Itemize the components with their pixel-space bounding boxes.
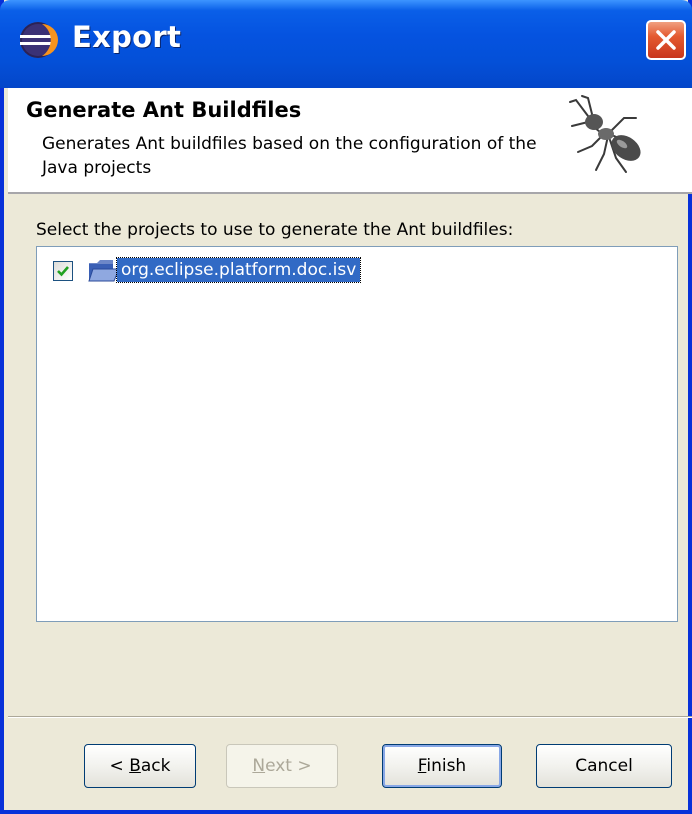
checkmark-icon	[57, 266, 69, 277]
ant-icon	[569, 95, 641, 173]
wizard-page-title: Generate Ant Buildfiles	[26, 98, 302, 122]
wizard-banner: Generate Ant Buildfiles Generates Ant bu…	[8, 88, 692, 194]
finish-button[interactable]: Finish	[382, 744, 502, 788]
finish-button-label: inish	[426, 756, 467, 776]
project-list[interactable]: org.eclipse.platform.doc.isv	[36, 246, 678, 622]
back-button-label: ack	[140, 756, 171, 776]
project-selection-label: Select the projects to use to generate t…	[36, 220, 514, 240]
project-checkbox[interactable]	[53, 261, 73, 281]
cancel-button-label: Cancel	[575, 756, 633, 776]
project-folder-icon	[88, 260, 120, 282]
eclipse-icon	[20, 22, 58, 58]
export-dialog: Export Generate Ant Buildfiles Generates…	[0, 0, 692, 814]
close-icon	[656, 30, 676, 50]
back-button[interactable]: < Back	[84, 744, 196, 788]
next-button-label: ext >	[265, 756, 312, 776]
back-button-mnemonic: B	[129, 756, 141, 776]
next-button-mnemonic: N	[252, 756, 266, 776]
cancel-button[interactable]: Cancel	[536, 744, 672, 788]
back-button-prefix: <	[109, 756, 130, 776]
button-bar-separator	[8, 716, 692, 718]
title-bar[interactable]: Export	[0, 0, 692, 88]
project-name[interactable]: org.eclipse.platform.doc.isv	[115, 257, 362, 283]
wizard-page-description: Generates Ant buildfiles based on the co…	[42, 134, 537, 178]
window-title: Export	[72, 20, 182, 54]
next-button[interactable]: Next >	[226, 744, 338, 788]
close-button[interactable]	[646, 20, 686, 60]
